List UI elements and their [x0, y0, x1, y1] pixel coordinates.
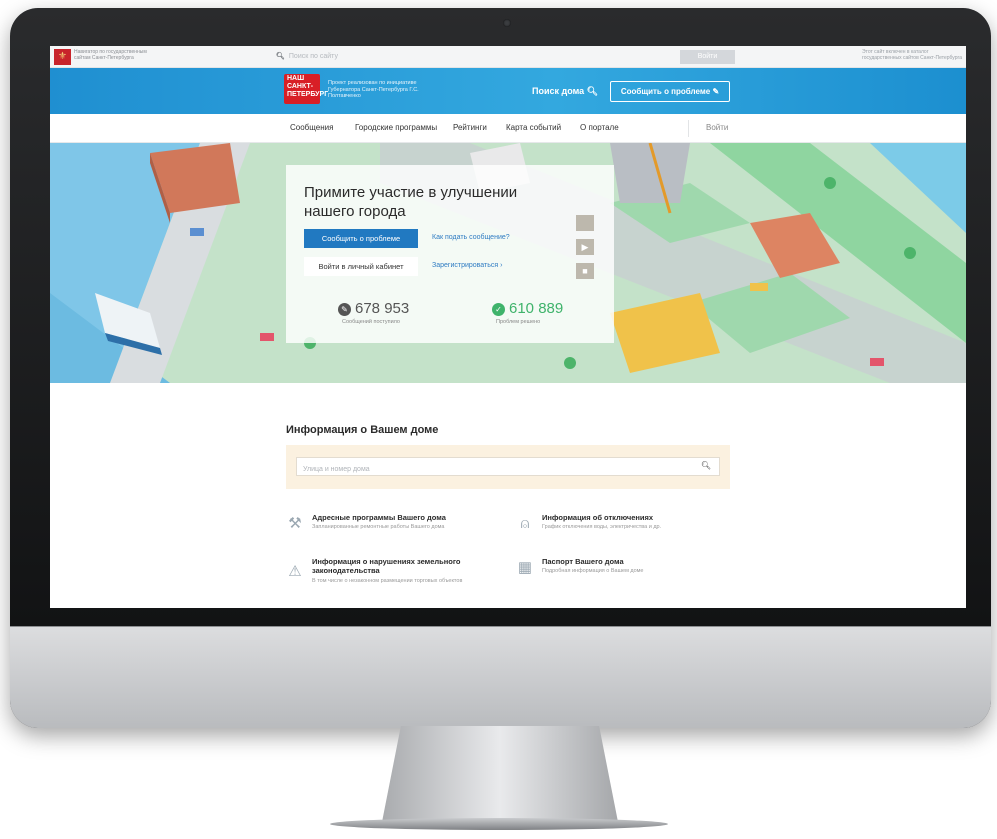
- stat-messages-value: 678 953: [355, 300, 410, 317]
- info-item-title: Информация о нарушениях земельного закон…: [312, 557, 461, 575]
- spb-crest-icon[interactable]: ⚜: [54, 49, 71, 65]
- brand-line-2: САНКТ-: [287, 83, 314, 90]
- stat-messages-label: Сообщений поступило: [342, 319, 400, 325]
- house-search-label: Поиск дома: [532, 86, 585, 96]
- nav-ratings[interactable]: Рейтинги: [453, 123, 487, 132]
- house-search-link[interactable]: Поиск дома 🔍︎: [532, 86, 598, 97]
- brand-logo[interactable]: НАШ САНКТ- ПЕТЕРБУРГ: [284, 74, 329, 104]
- monitor-stand-neck: [382, 726, 618, 822]
- site-search-placeholder: Поиск по сайту: [288, 53, 338, 60]
- info-item-title: Адресные программы Вашего дома: [312, 513, 446, 522]
- hammer-icon: ⚒: [288, 515, 302, 532]
- warning-icon: ⚠: [288, 563, 302, 580]
- site-search[interactable]: 🔍︎ Поиск по сайту: [276, 52, 676, 63]
- nav-messages[interactable]: Сообщения: [290, 123, 333, 132]
- apple-icon[interactable]: [576, 215, 594, 231]
- monitor-chin: [10, 626, 991, 728]
- info-item-title: Информация об отключениях: [542, 513, 654, 522]
- pencil-icon: ✎: [338, 303, 351, 316]
- pencil-icon: ✎: [712, 87, 720, 96]
- brand-line-3: ПЕТЕРБУРГ: [287, 91, 329, 98]
- search-icon[interactable]: 🔍︎: [701, 461, 711, 470]
- building-icon: ▦: [517, 559, 533, 576]
- nav-login[interactable]: Войти: [706, 123, 728, 132]
- topbar-login-button[interactable]: Войти: [680, 50, 735, 64]
- site-header: НАШ САНКТ- ПЕТЕРБУРГ Проект реализован п…: [50, 68, 966, 114]
- report-problem-button[interactable]: Сообщить о проблеме ✎: [610, 81, 730, 102]
- navigator-link[interactable]: Навигатор по государственным сайтам Санк…: [74, 49, 154, 61]
- chevron-right-icon: ›: [500, 262, 503, 269]
- how-to-report-link[interactable]: Как подать сообщение?: [432, 234, 510, 241]
- monitor-mockup: ⚜ Навигатор по государственным сайтам Са…: [0, 0, 997, 839]
- stat-solved: ✓ 610 889 Проблем решено: [492, 300, 563, 325]
- nav-city-programs[interactable]: Городские программы: [355, 123, 437, 132]
- screen: ⚜ Навигатор по государственным сайтам Са…: [50, 46, 966, 608]
- check-icon: ✓: [492, 303, 505, 316]
- house-info-title: Информация о Вашем доме: [286, 424, 439, 436]
- catalog-note: Этот сайт включен в каталог государствен…: [862, 49, 963, 61]
- monitor-stand-base: [330, 818, 668, 830]
- house-search-box: 🔍︎: [286, 445, 730, 489]
- house-search-field: 🔍︎: [296, 457, 720, 478]
- hero-banner: Примите участие в улучшении нашего город…: [50, 143, 966, 383]
- report-problem-label: Сообщить о проблеме: [620, 87, 711, 96]
- gov-topbar: ⚜ Навигатор по государственным сайтам Са…: [50, 46, 966, 68]
- search-icon: 🔍︎: [586, 86, 599, 96]
- stat-solved-label: Проблем решено: [496, 319, 541, 325]
- nav-divider: [688, 120, 689, 137]
- personal-cabinet-button[interactable]: Войти в личный кабинет: [304, 257, 418, 276]
- info-item-desc: График отключения воды, электричества и …: [542, 524, 662, 530]
- play-store-icon[interactable]: ▶: [576, 239, 594, 255]
- brand-line-1: НАШ: [287, 75, 305, 82]
- hero-card: Примите участие в улучшении нашего город…: [286, 165, 614, 343]
- hero-title: Примите участие в улучшении нашего город…: [304, 184, 518, 220]
- register-link-label: Зарегистрироваться: [432, 262, 499, 269]
- project-note: Проект реализован по инициативе Губернат…: [328, 80, 419, 99]
- info-item-desc: Запланированные ремонтные работы Вашего …: [312, 524, 445, 530]
- bell-icon: ⍝: [520, 515, 530, 532]
- stat-messages: ✎ 678 953 Сообщений поступило: [338, 300, 409, 325]
- windows-icon[interactable]: ■: [576, 263, 594, 279]
- info-item-desc: Подробная информация о Вашем доме: [542, 568, 644, 574]
- main-nav: Сообщения Городские программы Рейтинги К…: [50, 114, 966, 143]
- info-item-title: Паспорт Вашего дома: [542, 557, 624, 566]
- nav-about[interactable]: О портале: [580, 123, 619, 132]
- hero-report-button[interactable]: Сообщить о проблеме: [304, 229, 418, 248]
- register-link[interactable]: Зарегистрироваться ›: [432, 262, 503, 269]
- info-item-desc: В том числе о незаконном размещении торг…: [312, 578, 463, 584]
- search-icon: 🔍︎: [276, 53, 285, 60]
- nav-events-map[interactable]: Карта событий: [506, 123, 561, 132]
- stat-solved-value: 610 889: [509, 300, 564, 317]
- house-search-input[interactable]: [297, 461, 687, 478]
- webcam: [503, 19, 511, 27]
